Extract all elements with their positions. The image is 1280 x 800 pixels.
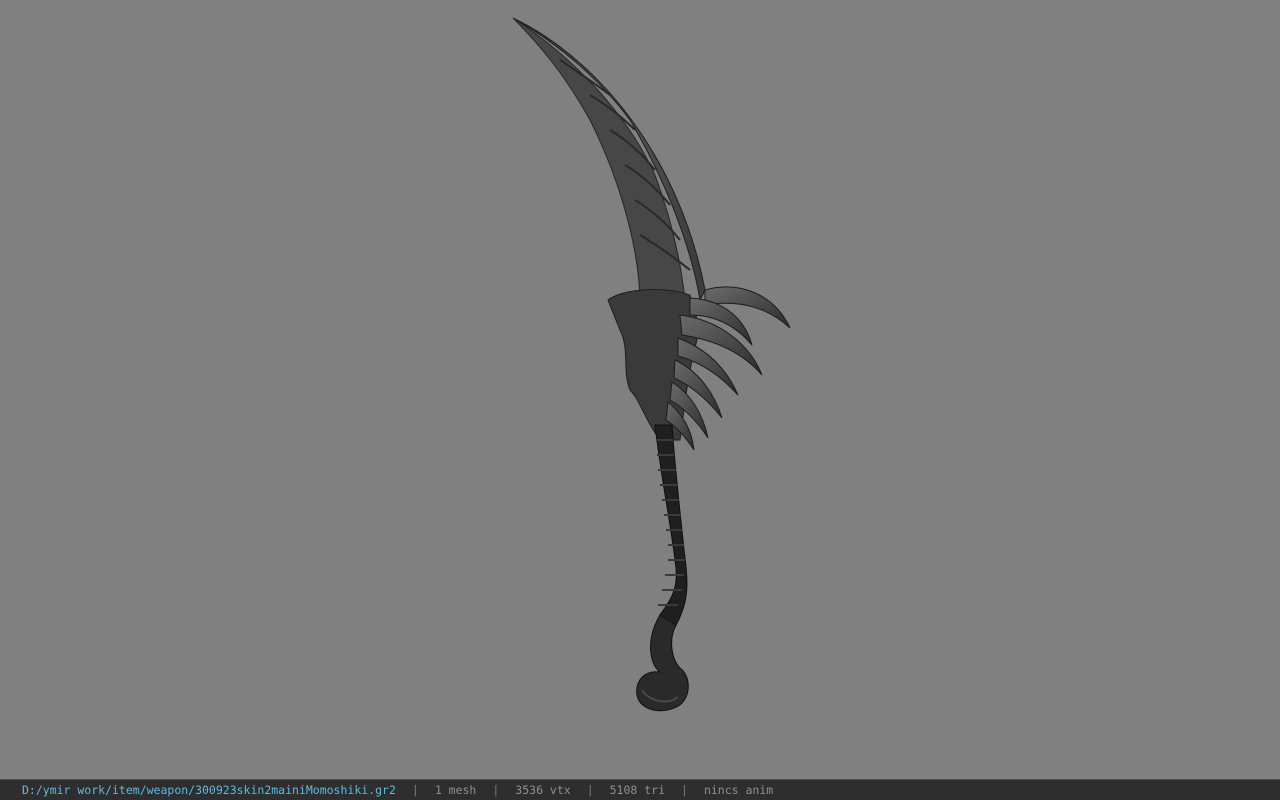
pommel bbox=[636, 614, 689, 712]
guard-body bbox=[607, 289, 701, 441]
vertex-count: 3536 vtx bbox=[515, 783, 571, 797]
separator: | bbox=[586, 783, 594, 797]
separator: | bbox=[681, 783, 688, 797]
status-bar: D:/ymir work/item/weapon/300923skin2main… bbox=[0, 779, 1280, 800]
animation-status: nincs anim bbox=[703, 783, 774, 797]
file-path: D:/ymir work/item/weapon/300923skin2main… bbox=[22, 783, 396, 797]
separator: | bbox=[411, 783, 419, 797]
blade-inner bbox=[512, 17, 686, 306]
mesh-count: 1 mesh bbox=[434, 783, 477, 797]
weapon-model bbox=[512, 17, 791, 712]
3d-viewport[interactable] bbox=[0, 0, 1280, 779]
separator: | bbox=[492, 783, 500, 797]
triangle-count: 5108 tri bbox=[609, 783, 666, 797]
handle bbox=[636, 424, 689, 712]
